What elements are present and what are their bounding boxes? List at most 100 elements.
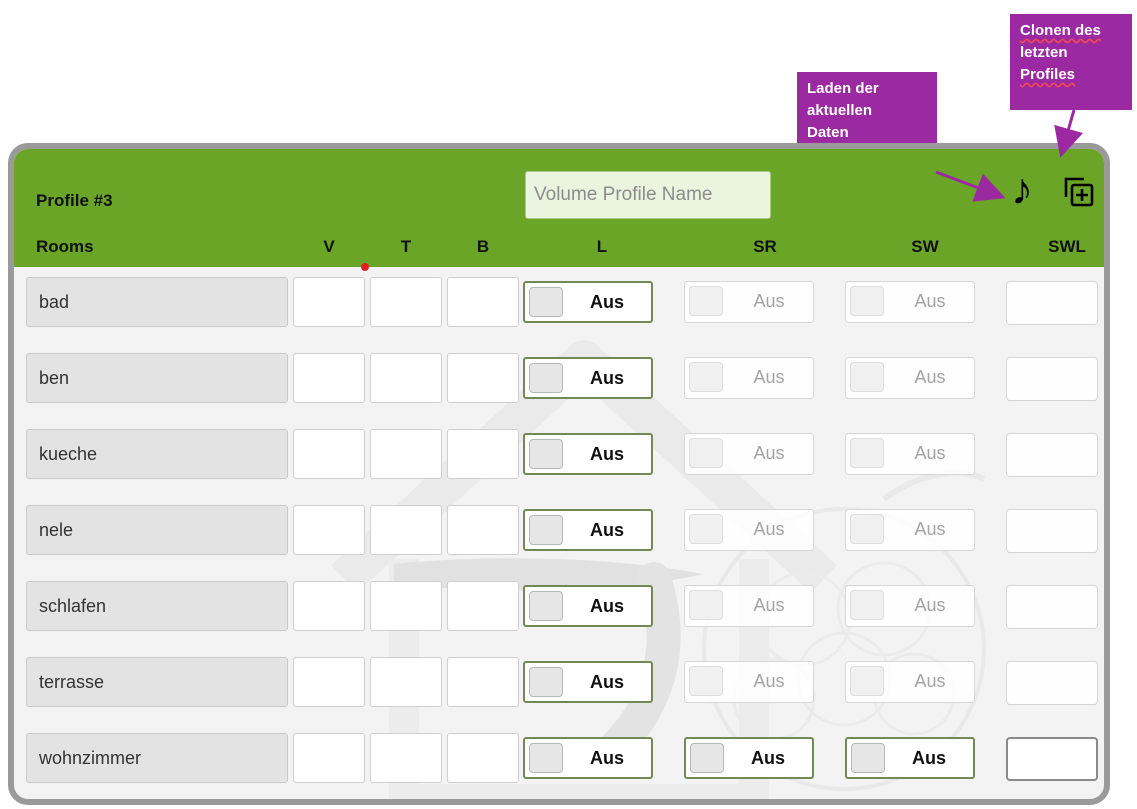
toggle-label: Aus — [589, 520, 624, 540]
room-name-field[interactable]: terrasse — [26, 657, 288, 707]
sr-toggle[interactable]: Aus — [684, 661, 814, 703]
table-row: bad Aus Aus Aus — [14, 273, 1104, 331]
sr-toggle[interactable]: Aus — [684, 585, 814, 627]
toggle-knob — [851, 743, 885, 773]
swl-input[interactable] — [1006, 509, 1098, 553]
swl-input[interactable] — [1006, 661, 1098, 705]
v-value-input[interactable] — [293, 733, 365, 783]
room-name-field[interactable]: kueche — [26, 429, 288, 479]
swl-input[interactable] — [1006, 585, 1098, 629]
b-value-input[interactable] — [447, 505, 519, 555]
column-header-swl: SWL — [1048, 237, 1086, 256]
v-value-input[interactable] — [293, 429, 365, 479]
toggle-knob — [850, 666, 884, 696]
toggle-label: Aus — [914, 367, 946, 387]
toggle-knob — [850, 438, 884, 468]
sw-toggle[interactable]: Aus — [845, 509, 975, 551]
toggle-label: Aus — [589, 368, 624, 388]
clone-icon[interactable] — [1062, 175, 1096, 209]
sw-toggle[interactable]: Aus — [845, 281, 975, 323]
toggle-knob — [689, 514, 723, 544]
t-value-input[interactable] — [370, 657, 442, 707]
sr-toggle[interactable]: Aus — [684, 509, 814, 551]
toggle-label: Aus — [753, 291, 785, 311]
sw-toggle[interactable]: Aus — [845, 661, 975, 703]
l-toggle[interactable]: Aus — [523, 357, 653, 399]
toggle-label: Aus — [914, 671, 946, 691]
t-value-input[interactable] — [370, 581, 442, 631]
b-value-input[interactable] — [447, 353, 519, 403]
room-name-field[interactable]: bad — [26, 277, 288, 327]
swl-input[interactable] — [1006, 433, 1098, 477]
v-value-input[interactable] — [293, 581, 365, 631]
l-toggle[interactable]: Aus — [523, 281, 653, 323]
profile-title: Profile #3 — [36, 191, 113, 210]
volume-profile-name-input[interactable] — [525, 171, 771, 219]
toggle-label: Aus — [911, 748, 946, 768]
column-header-t: T — [400, 237, 412, 256]
table-row: kueche Aus Aus Aus — [14, 425, 1104, 483]
b-value-input[interactable] — [447, 657, 519, 707]
b-value-input[interactable] — [447, 581, 519, 631]
table-row: nele Aus Aus Aus — [14, 501, 1104, 559]
toggle-knob — [850, 286, 884, 316]
toggle-label: Aus — [750, 748, 785, 768]
toggle-knob — [529, 439, 563, 469]
toggle-knob — [689, 590, 723, 620]
l-toggle[interactable]: Aus — [523, 661, 653, 703]
callout-line: Laden der — [807, 80, 879, 97]
l-toggle[interactable]: Aus — [523, 433, 653, 475]
sr-toggle[interactable]: Aus — [684, 433, 814, 475]
l-toggle[interactable]: Aus — [523, 509, 653, 551]
t-value-input[interactable] — [370, 505, 442, 555]
l-toggle[interactable]: Aus — [523, 737, 653, 779]
t-value-input[interactable] — [370, 429, 442, 479]
sw-toggle[interactable]: Aus — [845, 433, 975, 475]
b-value-input[interactable] — [447, 277, 519, 327]
l-toggle[interactable]: Aus — [523, 585, 653, 627]
sw-toggle[interactable]: Aus — [845, 585, 975, 627]
b-value-input[interactable] — [447, 733, 519, 783]
sw-toggle[interactable]: Aus — [845, 357, 975, 399]
toggle-label: Aus — [589, 596, 624, 616]
t-value-input[interactable] — [370, 353, 442, 403]
column-header-rooms: Rooms — [36, 237, 94, 256]
toggle-knob — [850, 514, 884, 544]
sr-toggle[interactable]: Aus — [684, 281, 814, 323]
room-name-field[interactable]: wohnzimmer — [26, 733, 288, 783]
t-value-input[interactable] — [370, 277, 442, 327]
sr-toggle[interactable]: Aus — [684, 357, 814, 399]
table-row: schlafen Aus Aus Aus — [14, 577, 1104, 635]
toggle-knob — [529, 667, 563, 697]
v-value-input[interactable] — [293, 657, 365, 707]
room-name-field[interactable]: ben — [26, 353, 288, 403]
v-value-input[interactable] — [293, 505, 365, 555]
callout-line: Clonen des — [1020, 22, 1101, 39]
swl-input[interactable] — [1006, 737, 1098, 781]
toggle-knob — [690, 743, 724, 773]
toggle-knob — [529, 591, 563, 621]
sr-toggle[interactable]: Aus — [684, 737, 814, 779]
toggle-label: Aus — [753, 595, 785, 615]
table-row: ben Aus Aus Aus — [14, 349, 1104, 407]
swl-input[interactable] — [1006, 281, 1098, 325]
table-row: terrasse Aus Aus Aus — [14, 653, 1104, 711]
room-name-field[interactable]: nele — [26, 505, 288, 555]
v-value-input[interactable] — [293, 277, 365, 327]
room-name-field[interactable]: schlafen — [26, 581, 288, 631]
swl-input[interactable] — [1006, 357, 1098, 401]
v-value-input[interactable] — [293, 353, 365, 403]
sw-toggle[interactable]: Aus — [845, 737, 975, 779]
toggle-label: Aus — [753, 367, 785, 387]
table-row: wohnzimmer Aus Aus Aus — [14, 729, 1104, 787]
callout-line: Profiles — [1020, 66, 1076, 83]
toggle-label: Aus — [589, 292, 624, 312]
b-value-input[interactable] — [447, 429, 519, 479]
red-marker-dot — [361, 263, 369, 271]
toggle-label: Aus — [914, 519, 946, 539]
toggle-label: Aus — [589, 444, 624, 464]
toggle-knob — [689, 666, 723, 696]
music-note-icon[interactable]: ♪ — [1011, 165, 1033, 215]
t-value-input[interactable] — [370, 733, 442, 783]
column-header-l: L — [596, 237, 608, 256]
